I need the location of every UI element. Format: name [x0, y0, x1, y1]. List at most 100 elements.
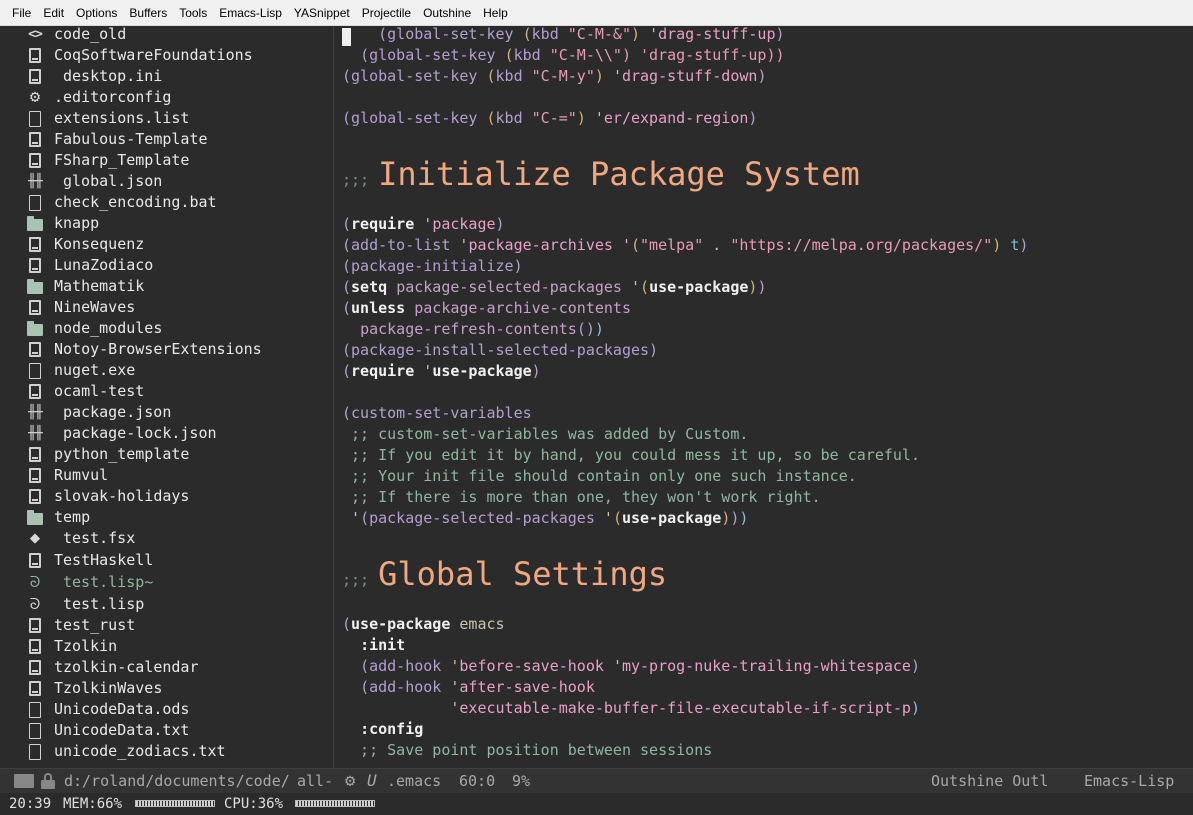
menu-help[interactable]: Help: [477, 0, 514, 26]
cpu-bar: [295, 800, 375, 807]
tree-item[interactable]: Rumvul: [0, 465, 333, 486]
settings-sliders-icon: ╫╫: [28, 405, 43, 420]
tree-item[interactable]: ocaml-test: [0, 381, 333, 402]
folder-icon: [14, 774, 34, 788]
tree-item[interactable]: ᘐ test.lisp~: [0, 572, 333, 593]
repo-icon: [26, 341, 44, 358]
menu-options[interactable]: Options: [70, 0, 123, 26]
settings-sliders-icon: ╫╫: [28, 174, 43, 189]
code-line: ;; custom-set-variables was added by Cus…: [342, 425, 749, 443]
modeline-project[interactable]: all-: [297, 772, 333, 790]
modeline-position: 60:0: [459, 772, 496, 790]
tree-item[interactable]: ╫╫ package.json: [0, 402, 333, 423]
modeline-major-mode[interactable]: Emacs-Lisp: [1084, 772, 1174, 790]
lock-icon: [41, 773, 55, 789]
tree-item[interactable]: ◆ test.fsx: [0, 528, 333, 549]
code-line: package-refresh-contents()): [360, 320, 604, 338]
modeline-percent: 9%: [512, 772, 531, 790]
repo-icon: [26, 383, 44, 400]
code-line: (custom-set-variables: [342, 404, 532, 422]
code-line: '(package-selected-packages '(use-packag…: [351, 509, 749, 527]
tree-item[interactable]: Konsequenz: [0, 234, 333, 255]
code-icon: <>: [28, 27, 43, 42]
code-line: ;; Save point position between sessions: [342, 741, 713, 759]
tree-item[interactable]: test_rust: [0, 615, 333, 636]
git-icon: ◆: [29, 528, 41, 548]
repo-icon: [26, 638, 44, 655]
tree-item[interactable]: ⚙ .editorconfig: [0, 87, 333, 108]
memory-label: MEM:66%: [63, 796, 123, 812]
code-line: ;; If there is more than one, they won't…: [342, 488, 821, 506]
tree-item[interactable]: temp: [0, 507, 333, 528]
modeline-minor-mode[interactable]: Outshine Outl: [931, 772, 1048, 790]
repo-icon: [26, 552, 44, 569]
tree-item[interactable]: UnicodeData.ods: [0, 699, 333, 720]
repo-icon: [26, 659, 44, 676]
code-editor[interactable]: (global-set-key (kbd "C-M-&") 'drag-stuf…: [335, 26, 1193, 768]
gear-icon: ⚙: [29, 87, 41, 107]
code-line: (global-set-key (kbd "C-M-\\") 'drag-stu…: [360, 46, 785, 64]
folder-icon: [26, 509, 44, 526]
tree-item[interactable]: ╫╫ global.json: [0, 171, 333, 192]
repo-icon: [26, 446, 44, 463]
tree-item[interactable]: <> code_old: [0, 26, 333, 45]
tree-item[interactable]: node_modules: [0, 318, 333, 339]
gear-icon: ⚙: [345, 771, 356, 791]
tree-item[interactable]: TestHaskell: [0, 550, 333, 571]
code-line: (require 'package): [342, 215, 505, 233]
folder-icon: [26, 215, 44, 232]
lisp-icon: ᘐ: [29, 573, 41, 591]
menu-yasnippet[interactable]: YASnippet: [288, 0, 356, 26]
repo-icon: [26, 131, 44, 148]
tree-item[interactable]: CoqSoftwareFoundations: [0, 45, 333, 66]
code-line: (setq package-selected-packages '(use-pa…: [342, 278, 767, 296]
modeline-path: d:/roland/documents/code/: [64, 772, 290, 790]
tree-item[interactable]: slovak-holidays: [0, 486, 333, 507]
modeline-buffer-name[interactable]: .emacs: [387, 772, 441, 790]
file-tree-sidebar: <> code_old CoqSoftwareFoundations deskto…: [0, 26, 334, 768]
repo-icon: [26, 467, 44, 484]
code-line: (add-to-list 'package-archives '("melpa"…: [342, 236, 1029, 254]
tree-item[interactable]: knapp: [0, 213, 333, 234]
code-line: (use-package emacs: [342, 615, 505, 633]
menu-emacs-lisp[interactable]: Emacs-Lisp: [213, 0, 288, 26]
tree-item[interactable]: TzolkinWaves: [0, 678, 333, 699]
code-line: (global-set-key (kbd "C-=") 'er/expand-r…: [342, 109, 758, 127]
code-line: 'executable-make-buffer-file-executable-…: [450, 699, 920, 717]
repo-icon: [26, 152, 44, 169]
tree-item[interactable]: check_encoding.bat: [0, 192, 333, 213]
menu-edit[interactable]: Edit: [37, 0, 70, 26]
tree-item[interactable]: tzolkin-calendar: [0, 657, 333, 678]
menu-file[interactable]: File: [6, 0, 37, 26]
tree-item[interactable]: ╫╫ package-lock.json: [0, 423, 333, 444]
tree-item[interactable]: Notoy-BrowserExtensions: [0, 339, 333, 360]
repo-icon: [26, 299, 44, 316]
tree-item[interactable]: unicode_zodiacs.txt: [0, 741, 333, 762]
tree-item[interactable]: NineWaves: [0, 297, 333, 318]
code-line: ;; If you edit it by hand, you could mes…: [342, 446, 920, 464]
tree-item[interactable]: LunaZodiaco: [0, 255, 333, 276]
unicode-mode-icon: U: [367, 771, 377, 790]
code-line: (package-initialize): [342, 257, 523, 275]
code-line: (add-hook 'after-save-hook: [360, 678, 595, 696]
code-line: (require 'use-package): [342, 362, 541, 380]
code-line: (global-set-key (kbd "C-M-y") 'drag-stuf…: [342, 67, 767, 85]
tree-item[interactable]: desktop.ini: [0, 66, 333, 87]
tree-item[interactable]: Fabulous-Template: [0, 129, 333, 150]
tree-item[interactable]: Mathematik: [0, 276, 333, 297]
tree-item[interactable]: UnicodeData.txt: [0, 720, 333, 741]
file-icon: [26, 362, 44, 379]
repo-icon: [26, 680, 44, 697]
tree-item[interactable]: FSharp_Template: [0, 150, 333, 171]
menu-tools[interactable]: Tools: [173, 0, 213, 26]
clock: 20:39: [9, 796, 52, 812]
tree-item[interactable]: Tzolkin: [0, 636, 333, 657]
menu-projectile[interactable]: Projectile: [356, 0, 417, 26]
tree-item[interactable]: nuget.exe: [0, 360, 333, 381]
menu-outshine[interactable]: Outshine: [417, 0, 477, 26]
file-icon: [26, 701, 44, 718]
tree-item[interactable]: ᘐ test.lisp: [0, 594, 333, 615]
tree-item[interactable]: python_template: [0, 444, 333, 465]
menu-buffers[interactable]: Buffers: [123, 0, 173, 26]
tree-item[interactable]: extensions.list: [0, 108, 333, 129]
